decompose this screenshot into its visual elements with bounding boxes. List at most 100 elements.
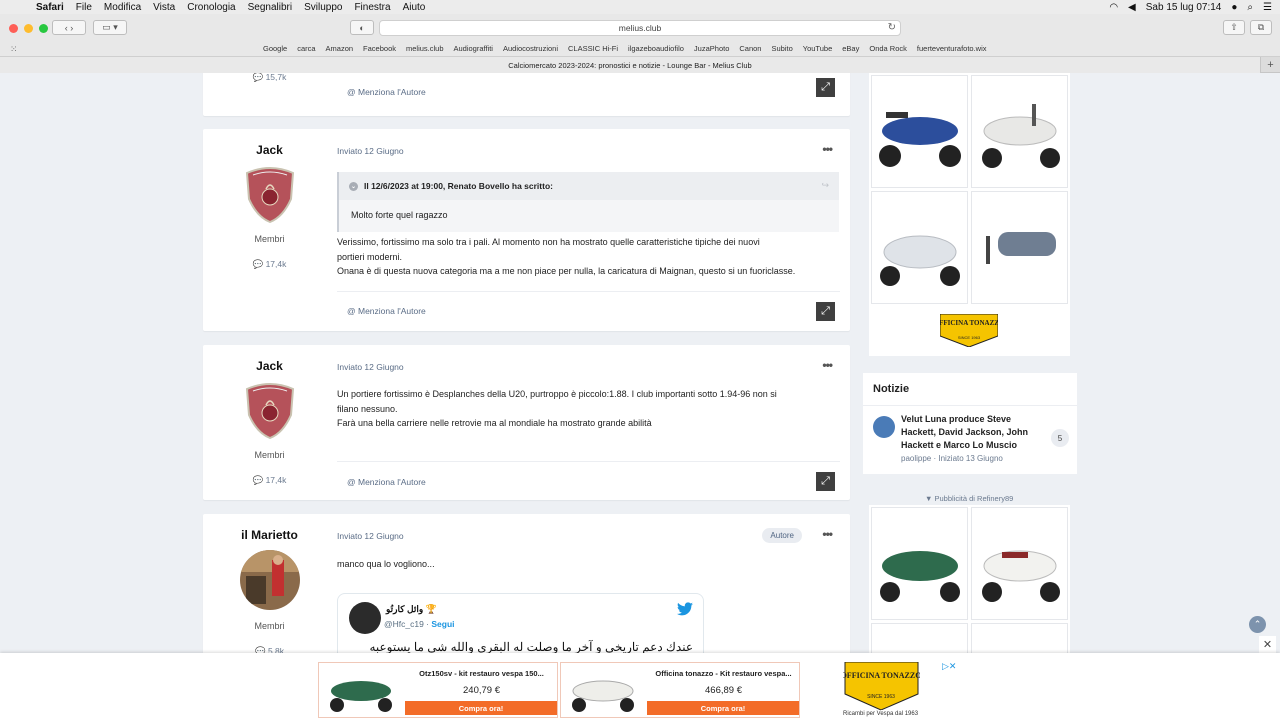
product-thumbnail[interactable] [871,507,968,620]
menu-file[interactable]: File [70,2,98,13]
bookmark-item[interactable]: eBay [842,44,859,53]
buy-now-button[interactable]: Compra ora! [647,701,799,715]
bookmark-item[interactable]: Onda Rock [869,44,907,53]
tweet-avatar[interactable] [349,602,381,634]
post-date[interactable]: Inviato 12 Giugno [337,531,404,541]
author-avatar[interactable] [243,165,297,224]
menu-cronologia[interactable]: Cronologia [181,2,241,13]
officina-tonazzo-ad-logo[interactable]: OFFICINA TONAZZO SINCE 1963 [841,661,921,711]
bookmark-item[interactable]: Facebook [363,44,396,53]
ad-product-image[interactable] [321,665,401,715]
bookmark-item[interactable]: JuzaPhoto [694,44,729,53]
author-name[interactable]: Jack [203,143,336,157]
author-avatar[interactable] [243,381,297,440]
twitter-bird-icon[interactable] [677,602,693,616]
scroll-to-top-button[interactable]: ⌃ [1249,616,1266,633]
post-author-block: il Marietto Membri 💬 5,8k [203,528,336,657]
author-name[interactable]: Jack [203,359,336,373]
post-options-icon[interactable]: ••• [822,527,833,541]
post-line: Farà una bella carriere nelle retrovie m… [337,418,652,428]
minimize-window-button[interactable] [24,23,33,33]
close-window-button[interactable] [9,23,18,33]
product-thumbnail[interactable] [971,191,1068,304]
buy-now-button[interactable]: Compra ora! [405,701,557,715]
chevron-down-icon[interactable]: ⌄ [349,181,358,191]
zoom-window-button[interactable] [39,23,48,33]
share-icon[interactable]: ⤢ [816,472,835,491]
share-icon[interactable]: ⤢ [816,302,835,321]
bookmark-item[interactable]: melius.club [406,44,444,53]
clock[interactable]: Sab 15 lug 07:14 [1146,2,1222,13]
active-tab[interactable]: Calciomercato 2023-2024: pronostici e no… [0,57,1260,73]
bookmark-item[interactable]: CLASSIC Hi-Fi [568,44,618,53]
tab-overview-button[interactable]: ⧉ [1250,20,1272,35]
user-icon[interactable]: ● [1231,2,1237,13]
back-forward-buttons[interactable]: ‹ › [52,20,86,35]
bookmark-item[interactable]: Amazon [326,44,354,53]
new-tab-button[interactable]: + [1260,57,1280,73]
menu-vista[interactable]: Vista [147,2,181,13]
bookmark-item[interactable]: carca [297,44,315,53]
tweet-follow-link[interactable]: Segui [431,619,454,629]
bookmark-item[interactable]: Canon [739,44,761,53]
mention-author-link[interactable]: @ Menziona l'Autore [347,306,426,316]
ad-logo-caption: Ricambi per Vespa dal 1963 [843,711,919,717]
menu-segnalibri[interactable]: Segnalibri [242,2,298,13]
spotlight-icon[interactable]: ⌕ [1247,2,1253,13]
menu-finestra[interactable]: Finestra [348,2,396,13]
bookmark-item[interactable]: fuerteventurafoto.wix [917,44,987,53]
menu-modifica[interactable]: Modifica [98,2,147,13]
ad-card[interactable]: Officina tonazzo - Kit restauro vespa...… [560,662,800,718]
topic-author-avatar[interactable] [873,416,895,438]
product-thumbnail[interactable] [971,75,1068,188]
tweet-handle[interactable]: @Hfc_c19 [384,619,424,629]
menu-safari[interactable]: Safari [30,2,70,13]
volume-icon[interactable]: ◀ [1128,2,1136,13]
menu-sviluppo[interactable]: Sviluppo [298,2,348,13]
post-count: 💬 15,7k [252,73,287,82]
mention-author-link[interactable]: @ Menziona l'Autore [347,87,426,97]
control-center-icon[interactable]: ☰ [1263,2,1272,13]
bookmark-item[interactable]: Subito [771,44,792,53]
bookmark-item[interactable]: Google [263,44,287,53]
ad-label[interactable]: ▼ Pubblicità di Refinery89 [925,494,1013,503]
author-name[interactable]: il Marietto [203,528,336,542]
close-ad-icon[interactable]: ✕ [1259,636,1276,653]
sidebar-toggle-button[interactable]: ▭ ▾ [93,20,127,35]
ad-card[interactable]: Otz150sv - kit restauro vespa 150... 240… [318,662,558,718]
bookmarks-grid-icon[interactable]: ⁙ [10,44,18,55]
address-bar[interactable]: melius.club ↻ [379,20,901,36]
bookmark-item[interactable]: YouTube [803,44,832,53]
ad-product-image[interactable] [563,665,643,715]
officina-tonazzo-logo[interactable]: OFFICINA TONAZZO SINCE 1963 [934,313,1005,348]
macos-menubar: Safari File Modifica Vista Cronologia Se… [0,0,1280,14]
tweet-author-name[interactable]: وائل كارتُو 🏆 [386,604,437,615]
share-icon[interactable]: ⤢ [816,78,835,97]
quote-link-icon[interactable]: ↪ [821,180,829,191]
post-date[interactable]: Inviato 12 Giugno [337,362,404,372]
ad-title[interactable]: Officina tonazzo - Kit restauro vespa... [651,669,796,678]
bookmark-item[interactable]: Audiocostruzioni [503,44,558,53]
post-options-icon[interactable]: ••• [822,358,833,372]
post-options-icon[interactable]: ••• [822,142,833,156]
product-thumbnail[interactable] [871,75,968,188]
bookmark-item[interactable]: Audiograffiti [454,44,493,53]
bookmark-item[interactable]: ilgazeboaudiofilo [628,44,684,53]
share-button[interactable]: ⇧ [1223,20,1245,35]
bookmarks-bar: ⁙ Google carca Amazon Facebook melius.cl… [0,42,1280,56]
quote-author: Il 12/6/2023 at 19:00, Renato Bovello ha… [364,181,553,191]
post-date[interactable]: Inviato 12 Giugno [337,146,404,156]
ad-title[interactable]: Otz150sv - kit restauro vespa 150... [409,669,554,678]
comment-icon: 💬 [252,475,264,485]
safari-toolbar: ‹ › ▭ ▾ ◐ melius.club ↻ ⇧ ⧉ [0,14,1280,42]
privacy-report-button[interactable]: ◐ [350,20,374,35]
mention-author-link[interactable]: @ Menziona l'Autore [347,477,426,487]
menu-aiuto[interactable]: Aiuto [397,2,432,13]
product-thumbnail[interactable] [871,191,968,304]
author-avatar[interactable] [239,550,300,610]
topic-title-link[interactable]: Velut Luna produce Steve Hackett, David … [901,413,1041,452]
ad-choices-icon[interactable]: ▷✕ [942,661,956,672]
wifi-icon[interactable]: ◠ [1109,2,1118,13]
reload-icon[interactable]: ↻ [888,22,896,33]
product-thumbnail[interactable] [971,507,1068,620]
